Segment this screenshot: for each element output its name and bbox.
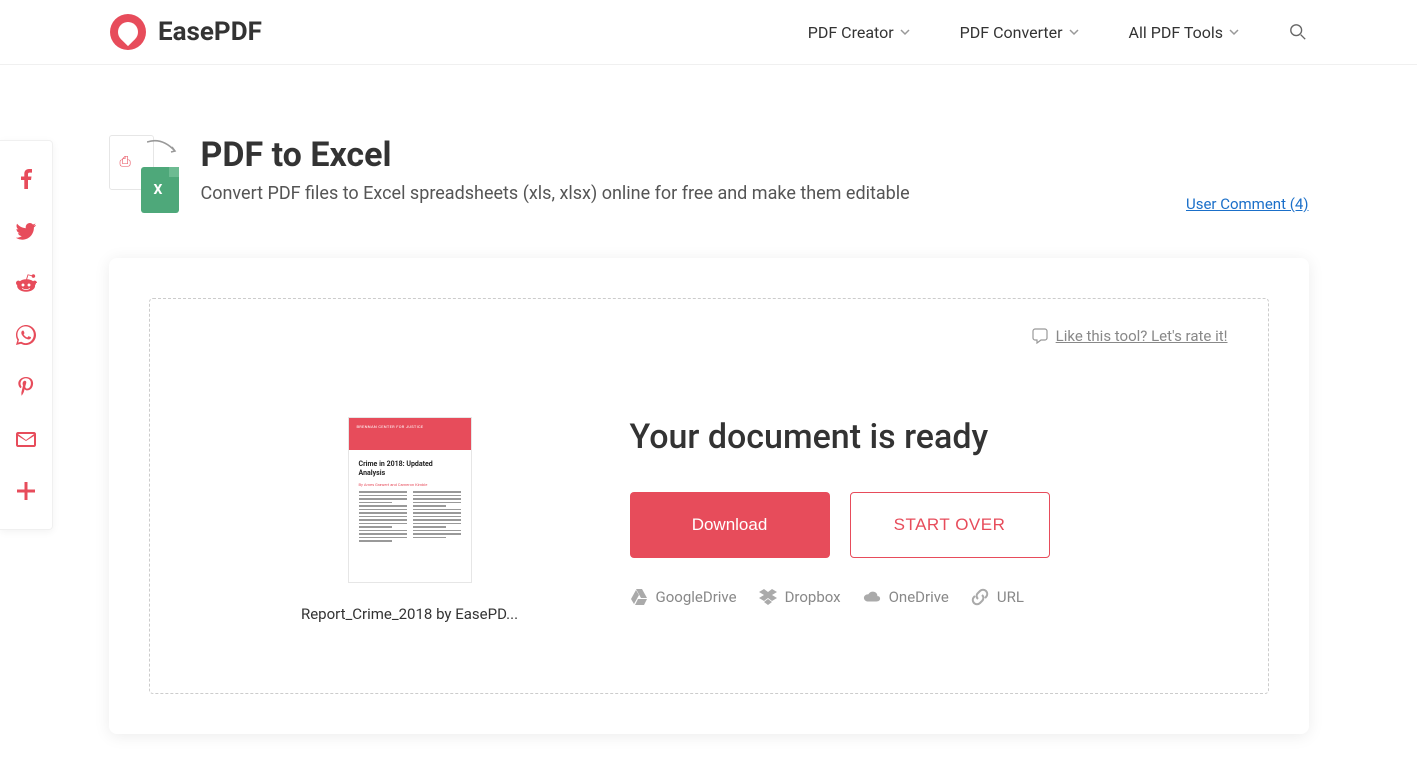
brand-name: EasePDF <box>158 17 262 47</box>
chevron-down-icon <box>1069 27 1079 37</box>
dropbox-icon <box>759 588 777 606</box>
page-title-row: ⎙ X PDF to Excel Convert PDF files to Ex… <box>109 135 1309 213</box>
comment-icon <box>1032 328 1048 344</box>
page-title: PDF to Excel <box>201 135 910 175</box>
pinterest-icon <box>18 377 34 397</box>
rate-label: Like this tool? Let's rate it! <box>1056 327 1228 345</box>
header: EasePDF PDF Creator PDF Converter All PD… <box>0 0 1417 65</box>
save-url[interactable]: URL <box>971 588 1024 606</box>
save-google-drive[interactable]: GoogleDrive <box>630 588 737 606</box>
document-preview-column: BRENNAN CENTER FOR JUSTICE Crime in 2018… <box>290 417 530 623</box>
save-onedrive[interactable]: OneDrive <box>863 588 949 606</box>
share-pinterest[interactable] <box>0 361 52 413</box>
search-icon[interactable] <box>1289 23 1307 41</box>
result-card: Like this tool? Let's rate it! BRENNAN C… <box>109 258 1309 734</box>
save-label: GoogleDrive <box>656 588 737 606</box>
google-drive-icon <box>630 588 648 606</box>
result-panel: Like this tool? Let's rate it! BRENNAN C… <box>149 298 1269 694</box>
share-reddit[interactable] <box>0 257 52 309</box>
nav-label: All PDF Tools <box>1129 23 1223 42</box>
share-facebook[interactable] <box>0 153 52 205</box>
main-nav: PDF Creator PDF Converter All PDF Tools <box>808 23 1307 42</box>
user-comment-link[interactable]: User Comment (4) <box>1186 195 1309 213</box>
ready-title: Your document is ready <box>630 417 1228 457</box>
chevron-down-icon <box>900 27 910 37</box>
save-options-row: GoogleDrive Dropbox OneDrive URL <box>630 588 1228 606</box>
page-subtitle: Convert PDF files to Excel spreadsheets … <box>201 183 910 204</box>
share-mail[interactable] <box>0 413 52 465</box>
plus-icon <box>17 482 35 500</box>
share-whatsapp[interactable] <box>0 309 52 361</box>
page-title-text: PDF to Excel Convert PDF files to Excel … <box>201 135 910 204</box>
share-twitter[interactable] <box>0 205 52 257</box>
button-row: Download START OVER <box>630 492 1228 558</box>
twitter-icon <box>16 223 36 240</box>
facebook-icon <box>21 169 32 189</box>
save-label: Dropbox <box>785 588 841 606</box>
document-thumbnail: BRENNAN CENTER FOR JUSTICE Crime in 2018… <box>348 417 472 583</box>
rate-tool-link[interactable]: Like this tool? Let's rate it! <box>1032 327 1228 345</box>
mail-icon <box>16 432 36 447</box>
reddit-icon <box>15 273 37 293</box>
whatsapp-icon <box>16 325 36 345</box>
result-row: BRENNAN CENTER FOR JUSTICE Crime in 2018… <box>190 417 1228 623</box>
nav-label: PDF Creator <box>808 23 894 42</box>
download-button[interactable]: Download <box>630 492 830 558</box>
save-label: OneDrive <box>889 588 949 606</box>
start-over-button[interactable]: START OVER <box>850 492 1050 558</box>
logo[interactable]: EasePDF <box>110 14 262 50</box>
filename: Report_Crime_2018 by EasePD... <box>301 605 518 623</box>
action-column: Your document is ready Download START OV… <box>630 417 1228 606</box>
save-label: URL <box>997 588 1024 606</box>
nav-pdf-converter[interactable]: PDF Converter <box>960 23 1079 42</box>
logo-icon <box>110 14 146 50</box>
main-content: ⎙ X PDF to Excel Convert PDF files to Ex… <box>109 65 1309 774</box>
save-dropbox[interactable]: Dropbox <box>759 588 841 606</box>
social-share-bar <box>0 140 53 530</box>
pdf-to-excel-icon: ⎙ X <box>109 135 179 213</box>
chevron-down-icon <box>1229 27 1239 37</box>
onedrive-icon <box>863 588 881 606</box>
link-icon <box>971 588 989 606</box>
nav-all-tools[interactable]: All PDF Tools <box>1129 23 1239 42</box>
share-more[interactable] <box>0 465 52 517</box>
nav-pdf-creator[interactable]: PDF Creator <box>808 23 910 42</box>
nav-label: PDF Converter <box>960 23 1063 42</box>
